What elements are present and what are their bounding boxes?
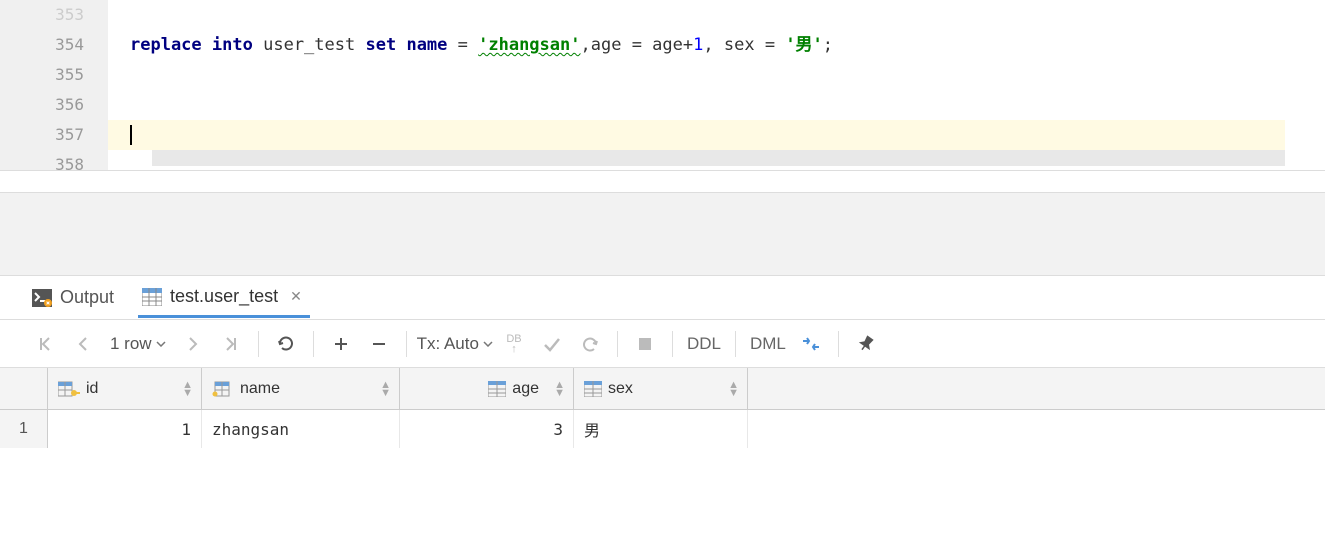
db-label: DB	[506, 334, 521, 344]
indexed-column-icon	[212, 380, 234, 398]
data-grid: id ▲▼ name ▲▼ age ▲▼ se	[0, 368, 1325, 448]
result-tabs: Output test.user_test ✕	[0, 276, 1325, 320]
column-label: name	[240, 380, 280, 398]
line-number: 353	[0, 0, 84, 30]
arrow-up-icon: ↑	[511, 344, 517, 354]
column-label: id	[86, 380, 98, 398]
line-number: 358	[0, 150, 84, 180]
separator	[735, 331, 736, 357]
cell-id[interactable]: 1	[48, 410, 202, 448]
code-line[interactable]	[130, 60, 1325, 90]
reload-button[interactable]	[269, 327, 303, 361]
close-icon[interactable]: ✕	[286, 286, 306, 307]
cell-name[interactable]: zhangsan	[202, 410, 400, 448]
line-gutter: 353 354 355 356 357 358	[0, 0, 108, 170]
column-icon	[488, 381, 506, 397]
prev-page-button[interactable]	[66, 327, 100, 361]
row-number[interactable]: 1	[0, 410, 48, 448]
remove-row-button[interactable]	[362, 327, 396, 361]
separator	[838, 331, 839, 357]
dml-button[interactable]: DML	[746, 327, 790, 361]
sort-icon[interactable]: ▲▼	[554, 381, 565, 397]
scrollbar-horizontal[interactable]	[152, 150, 1285, 166]
separator	[313, 331, 314, 357]
code-line-current[interactable]	[108, 120, 1285, 150]
tab-table[interactable]: test.user_test ✕	[138, 278, 310, 318]
db-button[interactable]: DB ↑	[497, 327, 531, 361]
result-toolbar: 1 row Tx: Auto DB ↑	[0, 320, 1325, 368]
cursor-icon	[130, 125, 132, 145]
separator	[258, 331, 259, 357]
code-line[interactable]	[130, 90, 1325, 120]
code-line[interactable]: replace into user_test set name = 'zhang…	[130, 30, 1325, 60]
row-count-dropdown[interactable]: 1 row	[104, 334, 172, 354]
column-label: sex	[608, 380, 633, 398]
cell-age[interactable]: 3	[400, 410, 574, 448]
console-icon	[32, 289, 52, 307]
column-header-age[interactable]: age ▲▼	[400, 368, 574, 409]
last-page-button[interactable]	[214, 327, 248, 361]
key-column-icon	[58, 380, 80, 398]
pin-button[interactable]	[849, 327, 883, 361]
tx-mode-dropdown[interactable]: Tx: Auto	[417, 334, 493, 354]
line-number: 356	[0, 90, 84, 120]
result-panel: Output test.user_test ✕ 1 row	[0, 276, 1325, 448]
divider-inner	[0, 171, 1325, 193]
chevron-down-icon	[483, 341, 493, 347]
cell-sex[interactable]: 男	[574, 410, 748, 448]
tab-output[interactable]: Output	[28, 279, 118, 316]
row-number-header	[0, 368, 48, 409]
tx-label: Tx: Auto	[417, 334, 479, 354]
column-header-name[interactable]: name ▲▼	[202, 368, 400, 409]
code-line[interactable]	[130, 0, 1325, 30]
tab-table-label: test.user_test	[170, 286, 278, 307]
tab-output-label: Output	[60, 287, 114, 308]
line-number: 357	[0, 120, 84, 150]
line-number: 355	[0, 60, 84, 90]
separator	[617, 331, 618, 357]
column-header-id[interactable]: id ▲▼	[48, 368, 202, 409]
sort-icon[interactable]: ▲▼	[728, 381, 739, 397]
panel-divider[interactable]	[0, 170, 1325, 276]
separator	[406, 331, 407, 357]
compare-button[interactable]	[794, 327, 828, 361]
row-count-label: 1 row	[110, 334, 152, 354]
column-header-sex[interactable]: sex ▲▼	[574, 368, 748, 409]
table-icon	[142, 288, 162, 306]
rollback-button[interactable]	[573, 327, 607, 361]
column-icon	[584, 381, 602, 397]
dml-label: DML	[750, 334, 786, 354]
ddl-label: DDL	[687, 334, 721, 354]
add-row-button[interactable]	[324, 327, 358, 361]
commit-button[interactable]	[535, 327, 569, 361]
ddl-button[interactable]: DDL	[683, 327, 725, 361]
column-label: age	[512, 380, 539, 398]
sort-icon[interactable]: ▲▼	[380, 381, 391, 397]
sort-icon[interactable]: ▲▼	[182, 381, 193, 397]
next-page-button[interactable]	[176, 327, 210, 361]
stop-button[interactable]	[628, 327, 662, 361]
code-area[interactable]: replace into user_test set name = 'zhang…	[108, 0, 1325, 170]
line-number: 354	[0, 30, 84, 60]
grid-header: id ▲▼ name ▲▼ age ▲▼ se	[0, 368, 1325, 410]
chevron-down-icon	[156, 341, 166, 347]
code-editor[interactable]: 353 354 355 356 357 358 replace into use…	[0, 0, 1325, 170]
separator	[672, 331, 673, 357]
table-row[interactable]: 1 1 zhangsan 3 男	[0, 410, 1325, 448]
first-page-button[interactable]	[28, 327, 62, 361]
